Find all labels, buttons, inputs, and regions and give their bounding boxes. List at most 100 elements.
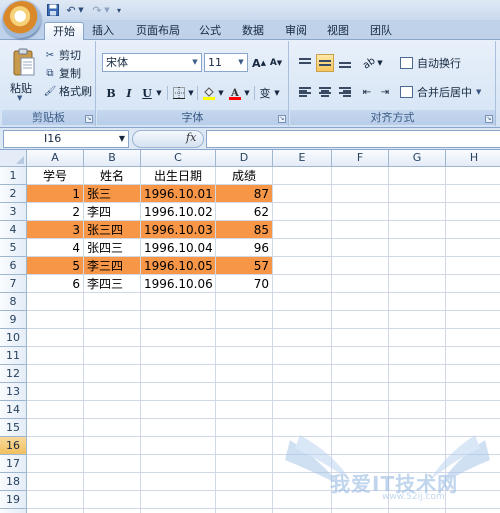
- row-header-14[interactable]: 14: [0, 401, 27, 419]
- row-header-7[interactable]: 7: [0, 275, 27, 293]
- cell-score[interactable]: 62: [216, 203, 272, 221]
- cell-student-id[interactable]: 2: [27, 203, 83, 221]
- cell-score[interactable]: 70: [216, 275, 272, 293]
- paste-icon[interactable]: [12, 47, 36, 79]
- border-dropdown-icon[interactable]: ▼: [187, 84, 195, 102]
- tab-review[interactable]: 审阅: [277, 22, 315, 40]
- column-header-h[interactable]: H: [446, 150, 500, 167]
- cell-student-id[interactable]: 3: [27, 221, 83, 239]
- cell-score[interactable]: 85: [216, 221, 272, 239]
- column-header-d[interactable]: D: [216, 150, 273, 167]
- name-box[interactable]: I16: [3, 130, 129, 148]
- column-header-c[interactable]: C: [141, 150, 216, 167]
- copy-button[interactable]: ⧉ 复制: [44, 65, 81, 81]
- row-header-10[interactable]: 10: [0, 329, 27, 347]
- undo-icon[interactable]: ↶: [64, 3, 78, 17]
- align-center-icon[interactable]: [316, 83, 334, 101]
- office-button[interactable]: [3, 1, 41, 39]
- cell-score[interactable]: 96: [216, 239, 272, 257]
- shrink-font-button[interactable]: A ▼: [268, 54, 284, 72]
- column-header-g[interactable]: G: [389, 150, 446, 167]
- row-header-8[interactable]: 8: [0, 293, 27, 311]
- column-header-a[interactable]: A: [27, 150, 84, 167]
- row-header-12[interactable]: 12: [0, 365, 27, 383]
- cell-birth-date[interactable]: 1996.10.01: [141, 185, 215, 203]
- cell-birth-date[interactable]: 1996.10.05: [141, 257, 215, 275]
- row-header-6[interactable]: 6: [0, 257, 27, 275]
- row-header-18[interactable]: 18: [0, 473, 27, 491]
- phonetic-dropdown-icon[interactable]: ▼: [273, 84, 281, 102]
- paste-dropdown-icon[interactable]: ▼: [17, 94, 22, 102]
- increase-indent-icon[interactable]: ⇥: [376, 83, 394, 101]
- tab-formulas[interactable]: 公式: [191, 22, 229, 40]
- align-bottom-icon[interactable]: [336, 54, 354, 72]
- name-box-dropdown-icon[interactable]: ▼: [116, 130, 128, 148]
- align-middle-icon[interactable]: [316, 54, 334, 72]
- tab-home[interactable]: 开始: [44, 22, 84, 41]
- tab-page-layout[interactable]: 页面布局: [128, 22, 188, 40]
- cell-student-id[interactable]: 6: [27, 275, 83, 293]
- chevron-down-icon[interactable]: ▼: [235, 54, 247, 71]
- select-all-button[interactable]: [0, 150, 27, 167]
- row-header-3[interactable]: 3: [0, 203, 27, 221]
- tab-insert[interactable]: 插入: [84, 22, 122, 40]
- cell-student-id[interactable]: 1: [27, 185, 83, 203]
- cell-name[interactable]: 张四三: [84, 239, 140, 257]
- cell-name[interactable]: 张三: [84, 185, 140, 203]
- underline-button[interactable]: U: [139, 84, 155, 102]
- row-header-11[interactable]: 11: [0, 347, 27, 365]
- cell-birth-date[interactable]: 1996.10.03: [141, 221, 215, 239]
- wrap-text-button[interactable]: 自动换行: [400, 54, 461, 72]
- header-cell-student-id[interactable]: 学号: [27, 167, 83, 185]
- cell-score[interactable]: 87: [216, 185, 272, 203]
- insert-function-button[interactable]: fx: [186, 131, 196, 144]
- align-left-icon[interactable]: [296, 83, 314, 101]
- cell-name[interactable]: 李四三: [84, 275, 140, 293]
- row-header-19[interactable]: 19: [0, 491, 27, 509]
- row-header-17[interactable]: 17: [0, 455, 27, 473]
- alignment-launcher-icon[interactable]: ↘: [485, 115, 493, 123]
- row-header-20[interactable]: 20: [0, 509, 27, 513]
- row-header-1[interactable]: 1: [0, 167, 27, 185]
- cell-score[interactable]: 57: [216, 257, 272, 275]
- font-color-icon[interactable]: A: [227, 84, 243, 102]
- customize-toolbar-icon[interactable]: ▾: [114, 3, 124, 17]
- row-header-9[interactable]: 9: [0, 311, 27, 329]
- tab-team[interactable]: 团队: [362, 22, 400, 40]
- tab-view[interactable]: 视图: [319, 22, 357, 40]
- tab-data[interactable]: 数据: [234, 22, 272, 40]
- cell-name[interactable]: 李三四: [84, 257, 140, 275]
- decrease-indent-icon[interactable]: ⇤: [358, 83, 376, 101]
- cell-birth-date[interactable]: 1996.10.04: [141, 239, 215, 257]
- grow-font-button[interactable]: A ▲: [251, 54, 267, 72]
- cell-student-id[interactable]: 4: [27, 239, 83, 257]
- align-right-icon[interactable]: [336, 83, 354, 101]
- row-header-16[interactable]: 16: [0, 437, 27, 455]
- row-header-2[interactable]: 2: [0, 185, 27, 203]
- italic-button[interactable]: I: [121, 84, 137, 102]
- fill-color-dropdown-icon[interactable]: ▼: [217, 84, 225, 102]
- font-size-select[interactable]: 11 ▼: [204, 53, 248, 72]
- column-header-e[interactable]: E: [273, 150, 332, 167]
- fill-color-icon[interactable]: [201, 84, 217, 102]
- font-launcher-icon[interactable]: ↘: [278, 115, 286, 123]
- clipboard-launcher-icon[interactable]: ↘: [85, 115, 93, 123]
- cell-birth-date[interactable]: 1996.10.06: [141, 275, 215, 293]
- header-cell-score[interactable]: 成绩: [216, 167, 272, 185]
- cut-button[interactable]: ✂ 剪切: [44, 47, 81, 63]
- merge-dropdown-icon[interactable]: ▼: [476, 88, 481, 96]
- bold-button[interactable]: B: [103, 84, 119, 102]
- spreadsheet-grid[interactable]: ABCDEFGH1234567891011121314151617181920学…: [0, 150, 500, 513]
- row-header-5[interactable]: 5: [0, 239, 27, 257]
- row-header-4[interactable]: 4: [0, 221, 27, 239]
- cell-name[interactable]: 张三四: [84, 221, 140, 239]
- align-top-icon[interactable]: [296, 54, 314, 72]
- header-cell-name[interactable]: 姓名: [84, 167, 140, 185]
- column-header-b[interactable]: B: [84, 150, 141, 167]
- border-icon[interactable]: [171, 84, 187, 102]
- font-color-dropdown-icon[interactable]: ▼: [243, 84, 251, 102]
- cell-name[interactable]: 李四: [84, 203, 140, 221]
- column-header-f[interactable]: F: [332, 150, 389, 167]
- cell-birth-date[interactable]: 1996.10.02: [141, 203, 215, 221]
- header-cell-birth-date[interactable]: 出生日期: [141, 167, 215, 185]
